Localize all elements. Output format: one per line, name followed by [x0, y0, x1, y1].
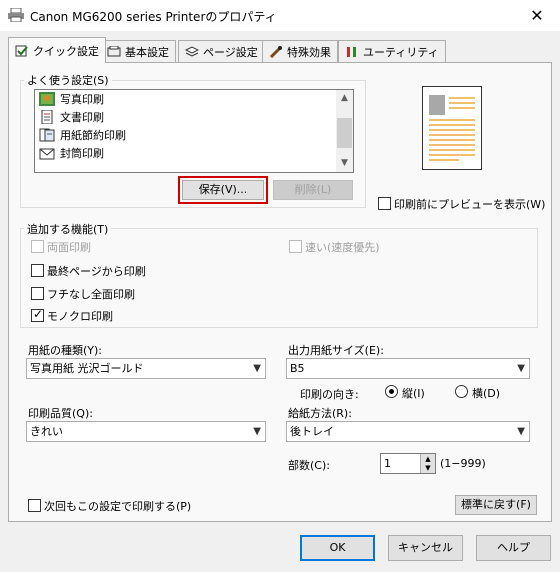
tab-basic-settings[interactable]: 基本設定: [100, 40, 176, 62]
list-item[interactable]: 写真印刷: [39, 91, 104, 109]
paper-saving-icon: [39, 128, 55, 142]
preview-text-line: [449, 97, 475, 99]
landscape-radio[interactable]: [455, 385, 468, 398]
favorites-list[interactable]: 写真印刷 文書印刷 用紙節約印刷 封筒印刷 ▲ ▼: [34, 89, 354, 173]
landscape-label: 横(D): [472, 387, 501, 400]
list-item[interactable]: 文書印刷: [39, 109, 104, 127]
paper-source-label: 給紙方法(R):: [288, 407, 352, 420]
title-bar: Canon MG6200 series Printerのプロパティ ✕: [0, 0, 560, 31]
help-button[interactable]: ヘルプ: [476, 535, 551, 561]
always-print-label: 次回もこの設定で印刷する(P): [44, 500, 192, 513]
preview-text-line: [429, 149, 475, 151]
copies-label: 部数(C):: [288, 459, 330, 472]
special-effects-icon: [269, 46, 282, 58]
preview-text-line: [449, 102, 475, 104]
duplex-checkbox[interactable]: [31, 240, 44, 253]
preview-text-line: [429, 159, 459, 161]
portrait-radio[interactable]: [385, 385, 398, 398]
tab-label: クイック設定: [33, 45, 99, 58]
media-type-select[interactable]: 写真用紙 光沢ゴールド ▼: [26, 358, 266, 379]
tab-label: ユーティリティ: [363, 46, 439, 59]
monochrome-label: モノクロ印刷: [47, 310, 113, 323]
chevron-down-icon: ▼: [253, 426, 261, 437]
paper-source-select[interactable]: 後トレイ ▼: [286, 421, 530, 442]
decrement-icon[interactable]: ▼: [420, 463, 435, 473]
restore-defaults-button[interactable]: 標準に戻す(F): [455, 495, 537, 515]
scroll-up-icon[interactable]: ▲: [336, 90, 353, 107]
preview-text-line: [429, 129, 475, 131]
printer-icon: [8, 8, 24, 22]
media-type-value: 写真用紙 光沢ゴールド: [30, 362, 144, 375]
preview-text-line: [429, 119, 475, 121]
window-title: Canon MG6200 series Printerのプロパティ: [30, 10, 277, 24]
preview-text-line: [429, 124, 475, 126]
last-page-first-label: 最終ページから印刷: [47, 265, 146, 278]
quick-settings-icon: [15, 45, 28, 57]
last-page-first-checkbox[interactable]: [31, 264, 44, 277]
tab-utility[interactable]: ユーティリティ: [338, 40, 446, 62]
page-settings-icon: [185, 46, 199, 57]
save-button[interactable]: 保存(V)...: [182, 180, 264, 200]
chevron-down-icon: ▼: [253, 363, 261, 374]
copies-range: (1−999): [440, 457, 486, 470]
favorites-scrollbar[interactable]: ▲ ▼: [336, 90, 353, 172]
delete-button[interactable]: 削除(L): [273, 180, 353, 200]
output-size-label: 出力用紙サイズ(E):: [288, 344, 384, 357]
duplex-label: 両面印刷: [47, 241, 91, 254]
fast-print-label: 速い(速度優先): [305, 241, 380, 254]
favorites-group-label: よく使う設定(S): [24, 72, 112, 88]
close-button[interactable]: ✕: [514, 0, 560, 31]
print-quality-select[interactable]: きれい ▼: [26, 421, 266, 442]
list-item-label: 封筒印刷: [60, 147, 104, 160]
tab-special-effects[interactable]: 特殊効果: [262, 40, 338, 62]
list-item[interactable]: 封筒印刷: [39, 145, 104, 163]
list-item-label: 写真印刷: [60, 93, 104, 106]
always-print-checkbox[interactable]: [28, 499, 41, 512]
preview-text-line: [429, 144, 475, 146]
preview-text-line: [429, 139, 475, 141]
portrait-label: 縦(I): [402, 387, 425, 400]
fast-print-checkbox[interactable]: [289, 240, 302, 253]
output-size-value: B5: [290, 362, 305, 375]
tab-label: ページ設定: [203, 46, 258, 59]
copies-value: 1: [384, 457, 391, 470]
output-size-select[interactable]: B5 ▼: [286, 358, 530, 379]
ok-button[interactable]: OK: [300, 535, 375, 561]
borderless-label: フチなし全面印刷: [47, 288, 135, 301]
page-preview: [422, 86, 482, 170]
tab-label: 特殊効果: [287, 46, 331, 59]
chevron-down-icon: ▼: [517, 363, 525, 374]
tab-label: 基本設定: [125, 46, 169, 59]
show-preview-label: 印刷前にプレビューを表示(W): [394, 198, 546, 211]
document-print-icon: [41, 110, 53, 124]
show-preview-checkbox[interactable]: [378, 197, 391, 210]
orientation-label: 印刷の向き:: [300, 388, 359, 401]
utility-icon: [347, 47, 356, 57]
media-type-label: 用紙の種類(Y):: [28, 344, 103, 357]
preview-text-line: [429, 134, 475, 136]
envelope-print-icon: [39, 148, 55, 160]
scroll-thumb[interactable]: [337, 118, 352, 148]
list-item-label: 用紙節約印刷: [60, 129, 126, 142]
paper-source-value: 後トレイ: [290, 425, 334, 438]
scroll-down-icon[interactable]: ▼: [336, 155, 353, 172]
additional-features-label: 追加する機能(T): [24, 221, 112, 237]
borderless-checkbox[interactable]: [31, 287, 44, 300]
print-quality-label: 印刷品質(Q):: [28, 407, 93, 420]
copies-stepper[interactable]: 1 ▲ ▼: [380, 453, 436, 474]
print-quality-value: きれい: [30, 425, 63, 438]
photo-print-icon: [39, 92, 55, 106]
chevron-down-icon: ▼: [517, 426, 525, 437]
tab-page-settings[interactable]: ページ設定: [178, 40, 265, 62]
basic-settings-icon: [107, 46, 121, 57]
cancel-button[interactable]: キャンセル: [388, 535, 463, 561]
preview-text-line: [449, 107, 475, 109]
list-item[interactable]: 用紙節約印刷: [39, 127, 126, 145]
tab-quick-settings[interactable]: クイック設定: [8, 37, 106, 63]
preview-text-line: [429, 154, 475, 156]
preview-image: [429, 95, 445, 115]
monochrome-checkbox[interactable]: [31, 307, 44, 322]
list-item-label: 文書印刷: [60, 111, 104, 124]
